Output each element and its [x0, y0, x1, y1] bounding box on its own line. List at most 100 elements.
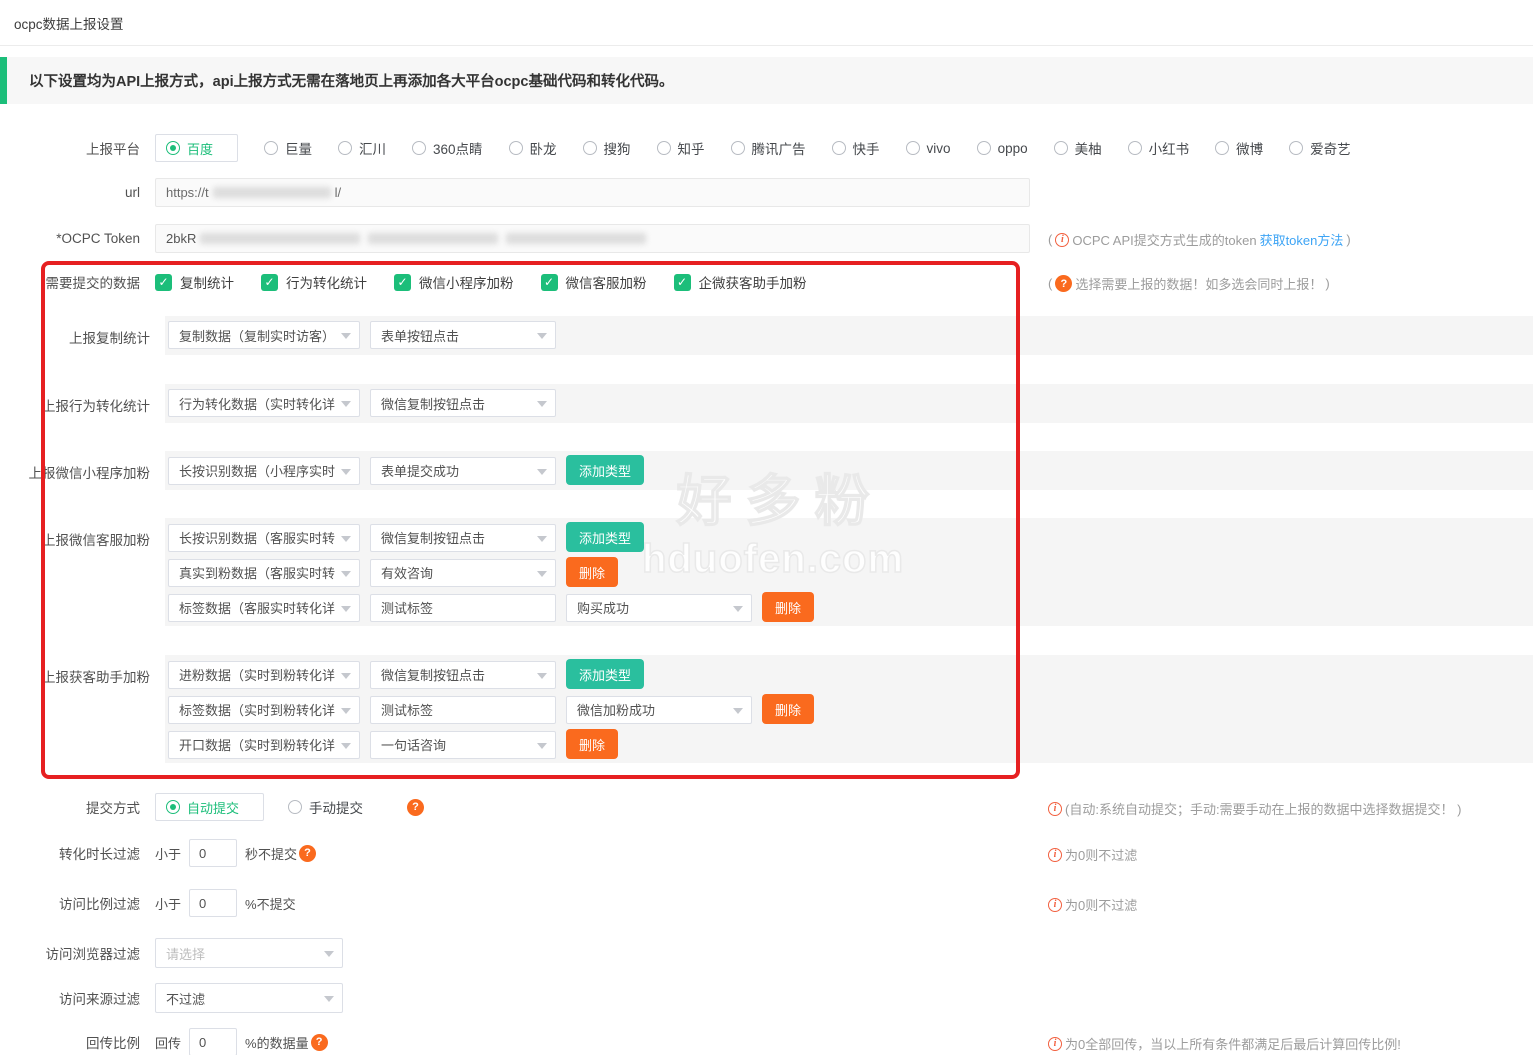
select-data-type[interactable]: 真实到粉数据（客服实时转 [168, 559, 360, 587]
platform-radio-juliang[interactable]: 巨量 [264, 138, 312, 158]
platform-radio-kuaishou[interactable]: 快手 [832, 138, 880, 158]
select-event-type[interactable]: 有效咨询 [370, 559, 556, 587]
token-input[interactable]: 2bkR [155, 224, 1030, 253]
select-event-type[interactable]: 一句话咨询 [370, 731, 556, 759]
select-data-type[interactable]: 行为转化数据（实时转化详 [168, 389, 360, 417]
submit-radio-manual[interactable]: 手动提交 [288, 797, 363, 817]
visit-ratio-row: 访问比例过滤 小于 0 %不提交 [0, 889, 1533, 917]
delete-button[interactable]: 删除 [762, 694, 814, 724]
radio-icon [906, 141, 920, 155]
platform-radio-huichuan[interactable]: 汇川 [338, 138, 386, 158]
conversion-duration-hint: i 为0则不过滤 [1048, 845, 1137, 864]
data-types-label: 需要提交的数据 [0, 272, 155, 292]
chevron-down-icon [341, 401, 351, 407]
radio-icon [731, 141, 745, 155]
visit-ratio-input[interactable]: 0 [189, 889, 237, 917]
question-icon[interactable]: ? [1055, 275, 1072, 292]
checkbox-qiwei-assistant-fans[interactable]: ✓企微获客助手加粉 [674, 272, 807, 292]
source-filter-label: 访问来源过滤 [0, 988, 155, 1008]
delete-button[interactable]: 删除 [762, 592, 814, 622]
select-data-type[interactable]: 开口数据（实时到粉转化详 [168, 731, 360, 759]
backfill-ratio-input[interactable]: 0 [189, 1028, 237, 1055]
platform-row: 上报平台 百度 巨量 汇川 360点睛 卧龙 搜狗 知乎 腾讯广告 快手 viv… [0, 133, 1533, 163]
info-icon: i [1048, 848, 1062, 862]
radio-icon [288, 800, 302, 814]
section-service-line-3: 标签数据（客服实时转化详 测试标签 购买成功 删除 [168, 592, 814, 622]
checkbox-checked-icon: ✓ [394, 274, 411, 291]
platform-radio-360dianjing[interactable]: 360点睛 [412, 138, 483, 158]
conversion-duration-input[interactable]: 0 [189, 839, 237, 867]
add-type-button[interactable]: 添加类型 [566, 455, 644, 485]
select-event-type[interactable]: 微信复制按钮点击 [370, 389, 556, 417]
platform-radio-baidu[interactable]: 百度 [155, 134, 238, 162]
platform-radio-meiyou[interactable]: 美柚 [1054, 138, 1102, 158]
question-icon[interactable]: ? [407, 799, 424, 816]
select-data-type[interactable]: 复制数据（复制实时访客） [168, 321, 360, 349]
delete-button[interactable]: 删除 [566, 557, 618, 587]
checkbox-behavior-stat[interactable]: ✓行为转化统计 [261, 272, 367, 292]
tag-name-input[interactable]: 测试标签 [370, 594, 556, 622]
radio-icon [1289, 141, 1303, 155]
chevron-down-icon [341, 469, 351, 475]
select-data-type[interactable]: 标签数据（实时到粉转化详 [168, 696, 360, 724]
select-event-type[interactable]: 微信复制按钮点击 [370, 661, 556, 689]
question-icon[interactable]: ? [299, 845, 316, 862]
submit-radio-auto[interactable]: 自动提交 [155, 793, 264, 821]
get-token-link[interactable]: 获取token方法 [1260, 230, 1344, 249]
section-label-behavior: 上报行为转化统计 [0, 395, 150, 415]
visit-ratio-hint: i 为0则不过滤 [1048, 895, 1137, 914]
select-data-type[interactable]: 长按识别数据（小程序实时 [168, 457, 360, 485]
tag-name-input[interactable]: 测试标签 [370, 696, 556, 724]
checkbox-copy-stat[interactable]: ✓复制统计 [155, 272, 234, 292]
radio-selected-icon [166, 800, 180, 814]
add-type-button[interactable]: 添加类型 [566, 659, 644, 689]
url-label: url [0, 185, 155, 200]
platform-radio-iqiyi[interactable]: 爱奇艺 [1289, 138, 1351, 158]
backfill-ratio-hint: i 为0全部回传，当以上所有条件都满足后最后计算回传比例! [1048, 1034, 1401, 1053]
checkbox-checked-icon: ✓ [541, 274, 558, 291]
checkbox-miniprogram-fans[interactable]: ✓微信小程序加粉 [394, 272, 514, 292]
select-data-type[interactable]: 进粉数据（实时到粉转化详 [168, 661, 360, 689]
radio-selected-icon [166, 141, 180, 155]
platform-radio-oppo[interactable]: oppo [977, 141, 1028, 156]
conversion-duration-label: 转化时长过滤 [0, 843, 155, 863]
redacted-text [368, 233, 498, 244]
section-label-service: 上报微信客服加粉 [0, 529, 150, 549]
chevron-down-icon [341, 333, 351, 339]
browser-filter-select[interactable]: 请选择 [155, 938, 343, 968]
platform-radio-weibo[interactable]: 微博 [1215, 138, 1263, 158]
chevron-down-icon [537, 469, 547, 475]
source-filter-select[interactable]: 不过滤 [155, 983, 343, 1013]
source-filter-row: 访问来源过滤 不过滤 [0, 983, 1533, 1013]
delete-button[interactable]: 删除 [566, 729, 618, 759]
select-data-type[interactable]: 长按识别数据（客服实时转 [168, 524, 360, 552]
url-input[interactable]: https://tl/ [155, 178, 1030, 207]
backfill-ratio-label: 回传比例 [0, 1032, 155, 1052]
chevron-down-icon [733, 708, 743, 714]
platform-radio-tencent-ads[interactable]: 腾讯广告 [731, 138, 806, 158]
platform-radio-vivo[interactable]: vivo [906, 141, 951, 156]
radio-icon [657, 141, 671, 155]
checkbox-wechat-service-fans[interactable]: ✓微信客服加粉 [541, 272, 647, 292]
submit-method-label: 提交方式 [0, 797, 155, 817]
select-data-type[interactable]: 标签数据（客服实时转化详 [168, 594, 360, 622]
info-icon: i [1055, 233, 1069, 247]
section-assistant-line-1: 进粉数据（实时到粉转化详 微信复制按钮点击 添加类型 [168, 659, 644, 689]
select-event-type[interactable]: 表单按钮点击 [370, 321, 556, 349]
select-event-type[interactable]: 微信复制按钮点击 [370, 524, 556, 552]
radio-icon [1215, 141, 1229, 155]
question-icon[interactable]: ? [311, 1034, 328, 1051]
section-label-assistant: 上报获客助手加粉 [0, 666, 150, 686]
select-tag-event[interactable]: 购买成功 [566, 594, 752, 622]
platform-radio-zhihu[interactable]: 知乎 [657, 138, 705, 158]
add-type-button[interactable]: 添加类型 [566, 522, 644, 552]
platform-radio-sogou[interactable]: 搜狗 [583, 138, 631, 158]
chevron-down-icon [537, 743, 547, 749]
platform-radio-wolong[interactable]: 卧龙 [509, 138, 557, 158]
select-tag-event[interactable]: 微信加粉成功 [566, 696, 752, 724]
visit-ratio-label: 访问比例过滤 [0, 893, 155, 913]
chevron-down-icon [341, 673, 351, 679]
platform-radio-xiaohongshu[interactable]: 小红书 [1128, 138, 1190, 158]
token-hint: (i OCPC API提交方式生成的token 获取token方法) [1048, 230, 1351, 249]
select-event-type[interactable]: 表单提交成功 [370, 457, 556, 485]
